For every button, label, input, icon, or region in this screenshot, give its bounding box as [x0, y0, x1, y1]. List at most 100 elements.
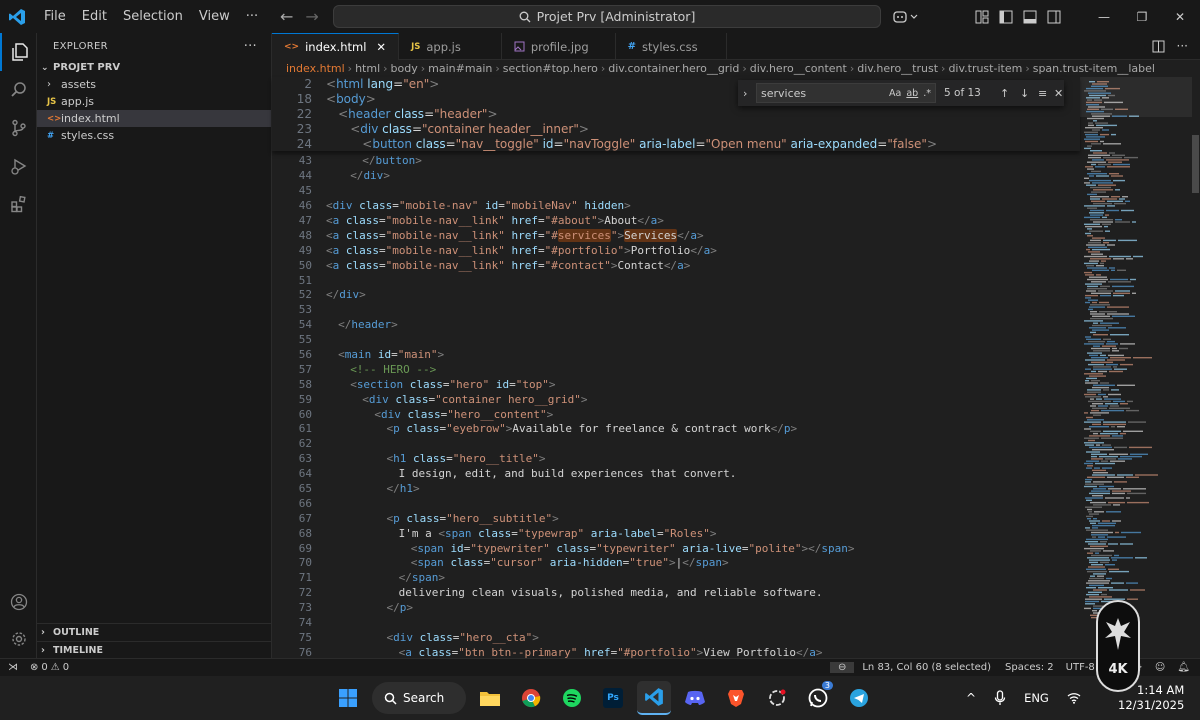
brave-icon[interactable]: [719, 681, 753, 715]
match-whole-word-toggle[interactable]: ab: [906, 88, 918, 99]
spotify-icon[interactable]: [555, 681, 589, 715]
toggle-secondary-sidebar-icon[interactable]: [1047, 10, 1061, 24]
toggle-panel-icon[interactable]: [1023, 10, 1037, 24]
close-window-icon[interactable]: ✕: [1161, 10, 1199, 24]
code-line[interactable]: 61 <p class="eyebrow">Available for freel…: [272, 422, 1080, 437]
toggle-sidebar-icon[interactable]: [999, 10, 1013, 24]
start-icon[interactable]: [331, 681, 365, 715]
close-tab-icon[interactable]: ✕: [376, 40, 386, 54]
scrollbar-thumb[interactable]: [1192, 135, 1199, 193]
problems-indicator[interactable]: ⊗ 0 ⚠ 0: [26, 662, 69, 673]
breadcrumb-item[interactable]: section#top.hero: [503, 62, 598, 75]
outline-section[interactable]: › OUTLINE: [37, 623, 272, 641]
code-line[interactable]: 64 I design, edit, and build experiences …: [272, 466, 1080, 481]
more-actions-icon[interactable]: ···: [244, 39, 257, 54]
code-line[interactable]: 55: [272, 332, 1080, 347]
telegram-icon[interactable]: [842, 681, 876, 715]
search-icon[interactable]: [0, 71, 37, 109]
tab-app-js[interactable]: JS app.js: [399, 33, 502, 60]
breadcrumb-item[interactable]: div.trust-item: [948, 62, 1022, 75]
code-line[interactable]: 67 <p class="hero__subtitle">: [272, 511, 1080, 526]
tab-styles-css[interactable]: # styles.css: [616, 33, 727, 60]
menu-more[interactable]: ···: [238, 0, 266, 33]
vscode-taskbar-icon[interactable]: [637, 681, 671, 715]
breadcrumb-item[interactable]: html: [355, 62, 380, 75]
code-line[interactable]: 75 <div class="hero__cta">: [272, 630, 1080, 645]
find-in-selection-icon[interactable]: ≡: [1038, 87, 1047, 100]
chrome-icon[interactable]: [514, 681, 548, 715]
code-line[interactable]: 23 <div class="container header__inner">: [272, 122, 1080, 137]
minimap-viewport[interactable]: [1080, 77, 1192, 117]
close-find-icon[interactable]: ✕: [1054, 87, 1063, 100]
wifi-icon[interactable]: [1067, 692, 1081, 704]
tab-index-html[interactable]: <> index.html ✕: [272, 33, 400, 60]
explorer-icon[interactable]: [0, 33, 37, 71]
code-line[interactable]: 73 </p>: [272, 600, 1080, 615]
code-line[interactable]: 48 <a class="mobile-nav__link" href="#ser…: [272, 228, 1080, 243]
code-line[interactable]: 58 <section class="hero" id="top">: [272, 377, 1080, 392]
code-line[interactable]: 45: [272, 183, 1080, 198]
breadcrumb-item[interactable]: body: [391, 62, 418, 75]
command-center[interactable]: Projet Prv [Administrator]: [333, 5, 881, 28]
restore-icon[interactable]: ❐: [1123, 10, 1161, 24]
discord-icon[interactable]: [678, 681, 712, 715]
minimize-icon[interactable]: —: [1085, 10, 1123, 24]
code-lines[interactable]: 43 </button> 44 </div> 45 46 <div class="mobil…: [272, 77, 1080, 658]
breadcrumb-item[interactable]: div.hero__content: [750, 62, 847, 75]
source-control-icon[interactable]: [0, 109, 37, 147]
extensions-icon[interactable]: [0, 185, 37, 223]
vertical-scrollbar[interactable]: [1190, 77, 1200, 658]
code-line[interactable]: 65 </h1>: [272, 481, 1080, 496]
code-line[interactable]: 72 delivering clean visuals, polished med…: [272, 585, 1080, 600]
photoshop-icon[interactable]: Ps: [596, 681, 630, 715]
code-line[interactable]: 49 <a class="mobile-nav__link" href="#por…: [272, 243, 1080, 258]
zoom-icon[interactable]: ⊖: [829, 662, 855, 673]
menu-selection[interactable]: Selection: [115, 0, 191, 33]
code-line[interactable]: 63 <h1 class="hero__title">: [272, 451, 1080, 466]
account-icon[interactable]: [0, 583, 37, 621]
code-line[interactable]: 71 </span>: [272, 570, 1080, 585]
customize-layout-icon[interactable]: [975, 10, 989, 24]
code-line[interactable]: 53: [272, 302, 1080, 317]
previous-match-icon[interactable]: ↑: [1000, 87, 1009, 100]
forward-arrow-icon[interactable]: →: [305, 7, 318, 26]
code-line[interactable]: 52 </div>: [272, 288, 1080, 303]
split-editor-icon[interactable]: [1152, 40, 1165, 53]
code-line[interactable]: 59 <div class="container hero__grid">: [272, 392, 1080, 407]
code-line[interactable]: 70 <span class="cursor" aria-hidden="true…: [272, 556, 1080, 571]
code-line[interactable]: 76 <a class="btn btn--primary" href="#por…: [272, 645, 1080, 658]
code-line[interactable]: 43 </button>: [272, 154, 1080, 169]
tree-item-assets[interactable]: › assets: [37, 76, 271, 93]
code-line[interactable]: 62: [272, 436, 1080, 451]
minimap[interactable]: [1080, 77, 1192, 658]
tree-item-styles-css[interactable]: # styles.css: [37, 127, 271, 144]
copilot-status-icon[interactable]: ☺: [1149, 662, 1171, 673]
whatsapp-icon[interactable]: 3: [801, 681, 835, 715]
timeline-section[interactable]: › TIMELINE: [37, 641, 272, 659]
breadcrumb-item[interactable]: index.html: [286, 62, 345, 75]
code-line[interactable]: 22 <header class="header">: [272, 107, 1080, 122]
match-case-toggle[interactable]: Aa: [889, 88, 901, 99]
code-line[interactable]: 54 </header>: [272, 317, 1080, 332]
menu-edit[interactable]: Edit: [74, 0, 115, 33]
code-line[interactable]: 74: [272, 615, 1080, 630]
menu-file[interactable]: File: [36, 0, 74, 33]
tree-item-app-js[interactable]: JS app.js: [37, 93, 271, 110]
toggle-replace-icon[interactable]: ›: [743, 87, 747, 100]
code-line[interactable]: 47 <a class="mobile-nav__link" href="#abo…: [272, 213, 1080, 228]
project-folder[interactable]: ⌄ PROJET PRV: [37, 59, 271, 76]
breadcrumb-item[interactable]: span.trust-item__label: [1033, 62, 1155, 75]
menu-view[interactable]: View: [191, 0, 238, 33]
breadcrumb-item[interactable]: main#main: [428, 62, 492, 75]
file-explorer-icon[interactable]: [473, 681, 507, 715]
encoding[interactable]: UTF-8: [1060, 662, 1101, 673]
indentation[interactable]: Spaces: 2: [999, 662, 1060, 673]
remote-icon[interactable]: ⋊: [0, 662, 26, 673]
find-input[interactable]: services Aa ab .*: [756, 83, 936, 103]
microphone-icon[interactable]: [994, 690, 1006, 706]
copilot-icon[interactable]: [893, 0, 921, 33]
code-line[interactable]: 57 <!-- HERO -->: [272, 362, 1080, 377]
openai-app-icon[interactable]: [760, 681, 794, 715]
chevron-up-icon[interactable]: ^: [966, 691, 976, 705]
taskbar-search[interactable]: Search: [372, 682, 466, 714]
